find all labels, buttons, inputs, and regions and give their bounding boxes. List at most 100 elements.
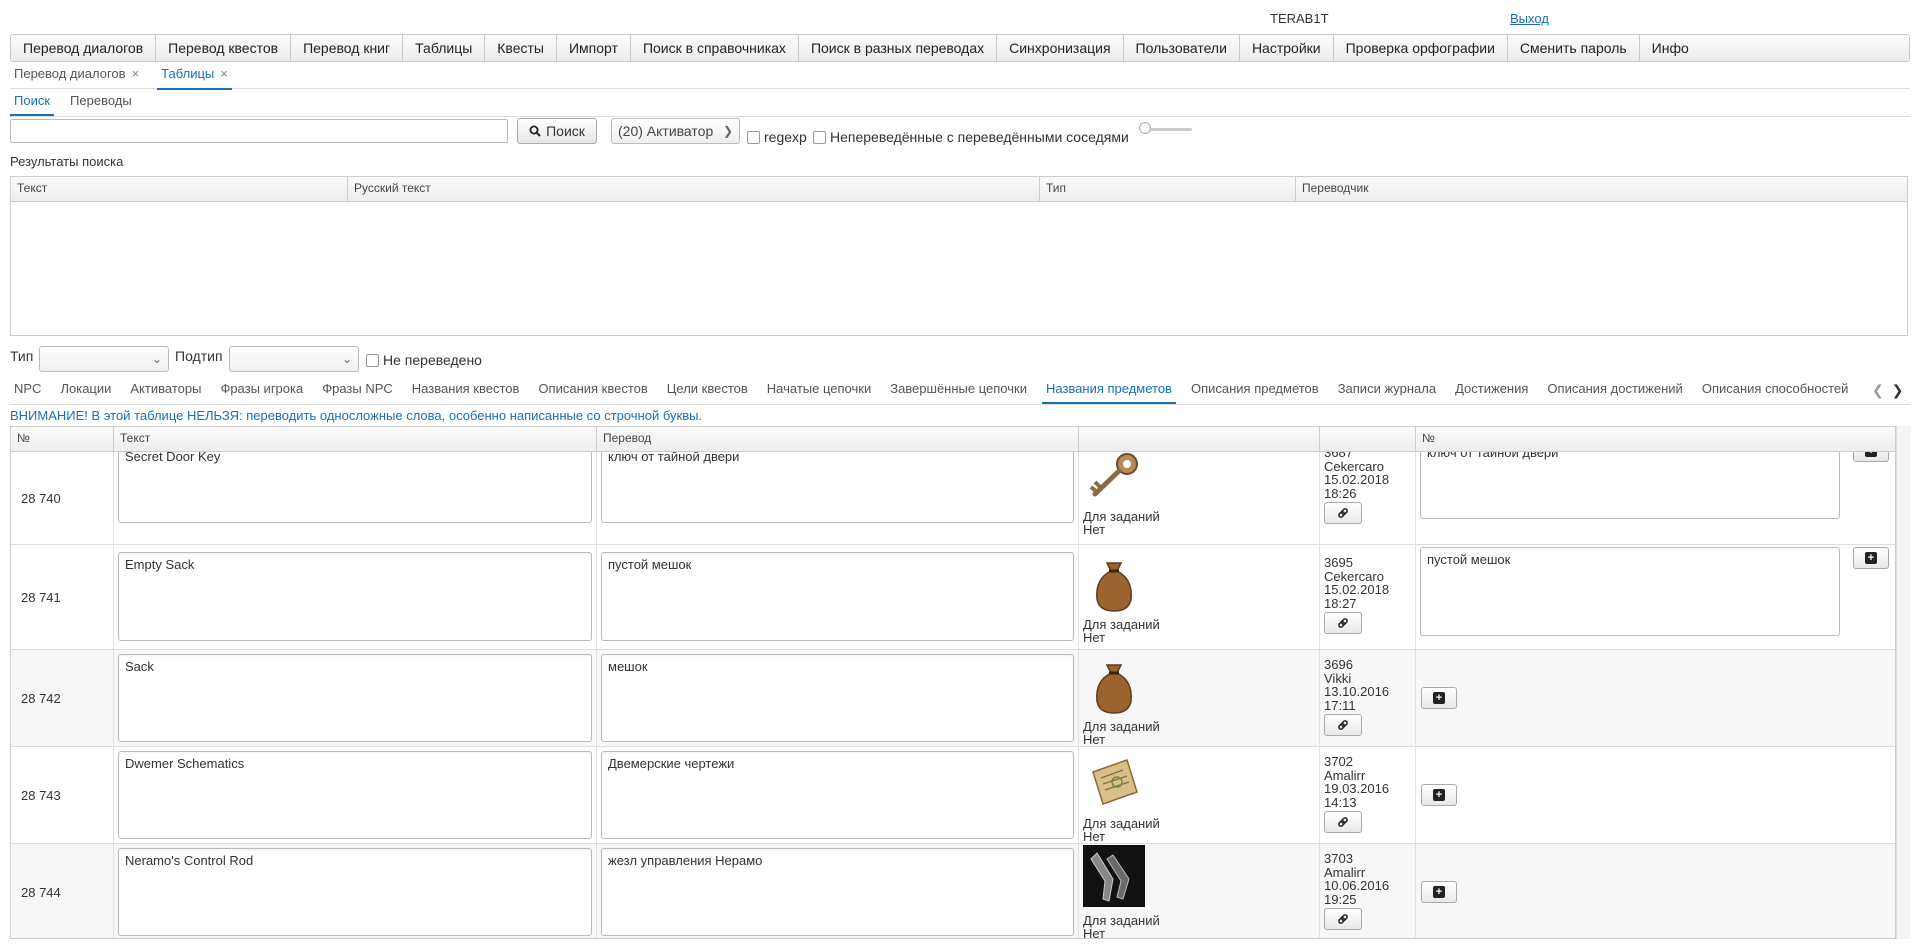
checkbox-box[interactable] bbox=[747, 130, 760, 144]
chevron-right-icon[interactable]: ❯ bbox=[1892, 382, 1904, 399]
checkbox-box[interactable] bbox=[366, 353, 379, 367]
add-button[interactable]: + bbox=[1421, 881, 1457, 903]
link-button[interactable] bbox=[1324, 908, 1362, 930]
close-icon[interactable]: × bbox=[220, 66, 228, 81]
tab-search[interactable]: Поиск bbox=[10, 92, 55, 116]
text-cell: Sack bbox=[114, 650, 597, 746]
slider-handle[interactable] bbox=[1139, 122, 1151, 134]
record-time: 14:13 bbox=[1324, 794, 1357, 810]
tab-journal-entries[interactable]: Записи журнала bbox=[1334, 378, 1440, 402]
checkbox-box[interactable] bbox=[813, 130, 826, 144]
menu-item-info[interactable]: Инфо bbox=[1640, 35, 1701, 61]
info-cell: 3687 Cekercaro 15.02.2018 18:26 bbox=[1320, 452, 1416, 544]
record-date: 15.02.2018 bbox=[1324, 472, 1390, 487]
table-select[interactable]: (20) Активатор ❯ bbox=[611, 118, 740, 144]
column-header-translator[interactable]: Переводчик bbox=[1296, 177, 1907, 201]
link-icon bbox=[1338, 618, 1348, 628]
text-field[interactable]: Empty Sack bbox=[118, 552, 592, 641]
table-select-value: (20) Активатор bbox=[618, 123, 714, 139]
column-header-type[interactable] bbox=[1079, 427, 1320, 451]
search-icon bbox=[529, 125, 541, 137]
tab-npc-phrases[interactable]: Фразы NPC bbox=[318, 378, 397, 402]
chevron-left-icon[interactable]: ❮ bbox=[1872, 382, 1884, 399]
menu-item-users[interactable]: Пользователи bbox=[1124, 35, 1240, 61]
table-warning: ВНИМАНИЕ! В этой таблице НЕЛЬЗЯ: перевод… bbox=[10, 408, 703, 423]
close-icon[interactable]: × bbox=[132, 66, 140, 81]
column-header-number[interactable]: № bbox=[11, 427, 114, 451]
tab-quest-goals[interactable]: Цели квестов bbox=[663, 378, 752, 402]
logout-link[interactable]: Выход bbox=[1510, 11, 1549, 26]
tab-item-descriptions[interactable]: Описания предметов bbox=[1187, 378, 1323, 402]
tab-activators[interactable]: Активаторы bbox=[126, 378, 205, 402]
menu-item-sync[interactable]: Синхронизация bbox=[997, 35, 1124, 61]
link-button[interactable] bbox=[1324, 714, 1362, 736]
tab-quest-names[interactable]: Названия квестов bbox=[408, 378, 524, 402]
translation-field[interactable]: ключ от тайной двери bbox=[601, 452, 1074, 523]
tab-npc[interactable]: NPC bbox=[10, 378, 45, 402]
menu-item-reference-search[interactable]: Поиск в справочниках bbox=[631, 35, 799, 61]
info-cell: 3703 Amalirr 10.06.2016 19:25 bbox=[1320, 844, 1416, 938]
menu-item-change-password[interactable]: Сменить пароль bbox=[1508, 35, 1640, 61]
translation-cell: мешок bbox=[597, 650, 1079, 746]
text-field[interactable]: Sack bbox=[118, 654, 592, 742]
add-button[interactable]: + bbox=[1421, 784, 1457, 806]
translation-field[interactable]: пустой мешок bbox=[601, 552, 1074, 641]
tab-finished-chains[interactable]: Завершённые цепочки bbox=[886, 378, 1031, 402]
key-icon bbox=[1089, 453, 1138, 497]
column-header-number-alt[interactable]: № bbox=[1416, 427, 1895, 451]
extra-translation-field[interactable]: ключ от тайной двери bbox=[1420, 452, 1840, 519]
translation-field[interactable]: Двемерские чертежи bbox=[601, 751, 1074, 839]
tab-started-chains[interactable]: Начатые цепочки bbox=[763, 378, 875, 402]
window-tab-tables[interactable]: Таблицы × bbox=[157, 64, 232, 90]
tab-translations[interactable]: Переводы bbox=[66, 92, 136, 114]
table-row: 28 741 Empty Sack пустой мешок Для задан… bbox=[11, 545, 1895, 650]
link-button[interactable] bbox=[1324, 612, 1362, 634]
record-id: 3703 bbox=[1324, 851, 1353, 866]
menu-item-settings[interactable]: Настройки bbox=[1240, 35, 1334, 61]
tab-locations[interactable]: Локации bbox=[56, 378, 115, 402]
text-cell: Empty Sack bbox=[114, 545, 597, 649]
column-header-russian[interactable]: Русский текст bbox=[348, 177, 1040, 201]
text-field[interactable]: Secret Door Key bbox=[118, 452, 592, 523]
tab-quest-descriptions[interactable]: Описания квестов bbox=[534, 378, 651, 402]
menu-item-tables[interactable]: Таблицы bbox=[403, 35, 486, 61]
untranslated-checkbox[interactable]: Не переведено bbox=[366, 352, 482, 368]
column-header-translation[interactable]: Перевод bbox=[597, 427, 1079, 451]
menu-item-spellcheck[interactable]: Проверка орфографии bbox=[1334, 35, 1508, 61]
column-header-type[interactable]: Тип bbox=[1040, 177, 1296, 201]
row-number: 28 743 bbox=[11, 747, 114, 843]
column-header-text[interactable]: Текст bbox=[114, 427, 597, 451]
menu-item-quests[interactable]: Квесты bbox=[485, 35, 557, 61]
add-button[interactable]: + bbox=[1853, 452, 1889, 462]
tab-item-names[interactable]: Названия предметов bbox=[1041, 378, 1176, 404]
type-select[interactable]: ⌄ bbox=[39, 346, 169, 372]
grid-scrollbar[interactable] bbox=[1896, 426, 1911, 939]
menu-item-import[interactable]: Импорт bbox=[557, 35, 631, 61]
neighbors-checkbox[interactable]: Непереведённые с переведёнными соседями bbox=[813, 129, 1129, 145]
tab-achievement-descriptions[interactable]: Описания достижений bbox=[1543, 378, 1686, 402]
link-button[interactable] bbox=[1324, 502, 1362, 524]
text-field[interactable]: Neramo's Control Rod bbox=[118, 848, 592, 936]
translation-field[interactable]: жезл управления Нерамо bbox=[601, 848, 1074, 936]
add-button[interactable]: + bbox=[1421, 687, 1457, 709]
menu-item-books[interactable]: Перевод книг bbox=[291, 35, 404, 61]
tab-player-phrases[interactable]: Фразы игрока bbox=[216, 378, 307, 402]
menu-item-dialogs[interactable]: Перевод диалогов bbox=[11, 35, 157, 61]
tab-ability-descriptions[interactable]: Описания способностей bbox=[1698, 378, 1853, 402]
menu-item-quests-translation[interactable]: Перевод квестов bbox=[156, 35, 292, 61]
extra-translation-field[interactable]: пустой мешок bbox=[1420, 547, 1840, 636]
tab-achievements[interactable]: Достижения bbox=[1451, 378, 1532, 402]
subtype-select[interactable]: ⌄ bbox=[229, 346, 359, 372]
search-input[interactable] bbox=[10, 119, 508, 143]
column-header-text[interactable]: Текст bbox=[11, 177, 348, 201]
translation-field[interactable]: мешок bbox=[601, 654, 1074, 742]
window-tab-dialogs[interactable]: Перевод диалогов × bbox=[10, 64, 143, 88]
text-field[interactable]: Dwemer Schematics bbox=[118, 751, 592, 839]
link-button[interactable] bbox=[1324, 811, 1362, 833]
column-header-info[interactable] bbox=[1320, 427, 1416, 451]
search-button[interactable]: Поиск bbox=[517, 118, 597, 144]
menu-item-cross-search[interactable]: Поиск в разных переводах bbox=[799, 35, 998, 61]
add-button[interactable]: + bbox=[1853, 547, 1889, 569]
regexp-checkbox[interactable]: regexp bbox=[747, 129, 807, 145]
plus-icon: + bbox=[1865, 552, 1877, 564]
